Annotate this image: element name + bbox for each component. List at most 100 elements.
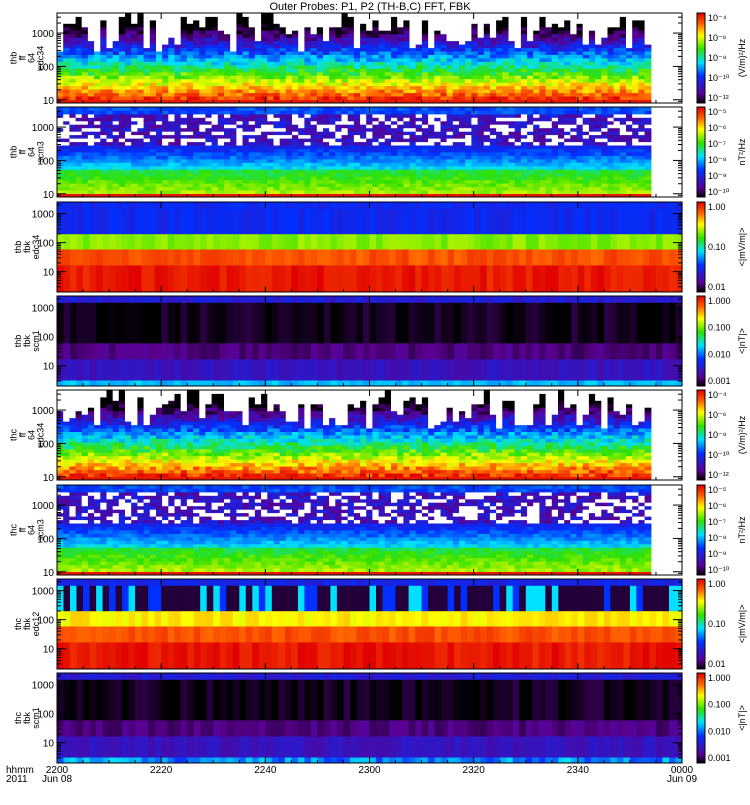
spectrogram-cell (397, 180, 404, 184)
spectrogram-cell (614, 44, 621, 48)
spectrogram-cell (267, 58, 274, 62)
spectrogram-cell (137, 152, 144, 156)
spectrogram-cell (459, 114, 466, 118)
spectrogram-cell (274, 142, 281, 146)
spectrogram-cell (76, 187, 83, 191)
spectrogram-cell (546, 20, 553, 24)
spectrogram-cell (397, 142, 404, 146)
spectrogram-cell (100, 34, 107, 38)
spectrogram-cell (533, 75, 540, 79)
spectrogram-cell (589, 117, 596, 121)
spectrogram-cell (113, 169, 120, 173)
spectrogram-cell (187, 13, 194, 17)
spectrogram-cell (304, 55, 311, 59)
spectrogram-cell (564, 68, 571, 72)
spectrogram-cell (490, 142, 497, 146)
spectrogram-cell (496, 173, 503, 177)
spectrogram-cell (366, 183, 373, 187)
spectrogram-cell (335, 23, 342, 27)
spectrogram-cell (447, 159, 454, 163)
spectrogram-cell (267, 82, 274, 86)
spectrogram-cell (558, 51, 565, 55)
spectrogram-cell (162, 114, 169, 118)
spectrogram-cell (156, 142, 163, 146)
spectrogram-cell (261, 58, 268, 62)
spectrogram-cell (366, 55, 373, 59)
spectrogram-cell (119, 89, 126, 93)
spectrogram-cell (168, 82, 175, 86)
spectrogram-cell (515, 135, 522, 139)
spectrogram-cell (546, 41, 553, 45)
spectrogram-cell (286, 79, 293, 83)
spectrogram-cell (255, 79, 262, 83)
spectrogram-cell (490, 41, 497, 45)
spectrogram-cell (212, 156, 219, 160)
spectrogram-cell (447, 135, 454, 139)
spectrogram-cell (570, 65, 577, 69)
spectrogram-cell (175, 96, 182, 100)
spectrogram-cell (539, 37, 546, 41)
spectrogram-cell (447, 156, 454, 160)
spectrogram-cell (416, 41, 423, 45)
spectrogram-cell (286, 44, 293, 48)
spectrogram-cell (422, 41, 429, 45)
spectrogram-cell (212, 27, 219, 31)
spectrogram-cell (261, 111, 268, 115)
spectrogram-cell (199, 173, 206, 177)
spectrogram-cell (181, 159, 188, 163)
spectrogram-cell (434, 72, 441, 76)
spectrogram-cell (212, 145, 219, 149)
spectrogram-cell (595, 162, 602, 166)
spectrogram-cell (317, 176, 324, 180)
spectrogram-cell (397, 114, 404, 118)
spectrogram-cell (69, 111, 76, 115)
spectrogram-cell (187, 138, 194, 142)
spectrogram-cell (360, 96, 367, 100)
spectrogram-cell (218, 44, 225, 48)
spectrogram-cell (558, 145, 565, 149)
spectrogram-cell (193, 27, 200, 31)
spectrogram-cell (193, 124, 200, 128)
spectrogram-cell (441, 187, 448, 191)
spectrogram-cell (267, 114, 274, 118)
spectrogram-cell (583, 41, 590, 45)
spectrogram-cell (76, 34, 83, 38)
spectrogram-cell (558, 34, 565, 38)
spectrogram-cell (502, 89, 509, 93)
spectrogram-cell (385, 93, 392, 97)
spectrogram-cell (199, 93, 206, 97)
spectrogram-cell (82, 30, 89, 34)
spectrogram-cell (620, 58, 627, 62)
spectrogram-cell (249, 37, 256, 41)
spectrogram-cell (286, 82, 293, 86)
spectrogram-cell (403, 55, 410, 59)
spectrogram-cell (515, 114, 522, 118)
spectrogram-cell (292, 72, 299, 76)
spectrogram-cell (589, 41, 596, 45)
spectrogram-cell (131, 51, 138, 55)
spectrogram-cell (577, 135, 584, 139)
spectrogram-cell (447, 75, 454, 79)
spectrogram-cell (441, 37, 448, 41)
spectrogram-cell (212, 86, 219, 90)
spectrogram-cell (274, 62, 281, 66)
spectrogram-cell (620, 30, 627, 34)
spectrogram-cell (224, 86, 231, 90)
spectrogram-cell (292, 89, 299, 93)
spectrogram-cell (63, 72, 70, 76)
spectrogram-cell (187, 89, 194, 93)
spectrogram-cell (570, 142, 577, 146)
spectrogram-cell (552, 34, 559, 38)
spectrogram-cell (280, 93, 287, 97)
spectrogram-cell (94, 159, 101, 163)
spectrogram-cell (453, 156, 460, 160)
spectrogram-cell (199, 62, 206, 66)
spectrogram-cell (193, 173, 200, 177)
spectrogram-cell (274, 89, 281, 93)
spectrogram-cell (335, 121, 342, 125)
spectrogram-cell (113, 89, 120, 93)
spectrogram-cell (447, 176, 454, 180)
spectrogram-cell (465, 37, 472, 41)
spectrogram-cell (410, 37, 417, 41)
spectrogram-cell (366, 152, 373, 156)
